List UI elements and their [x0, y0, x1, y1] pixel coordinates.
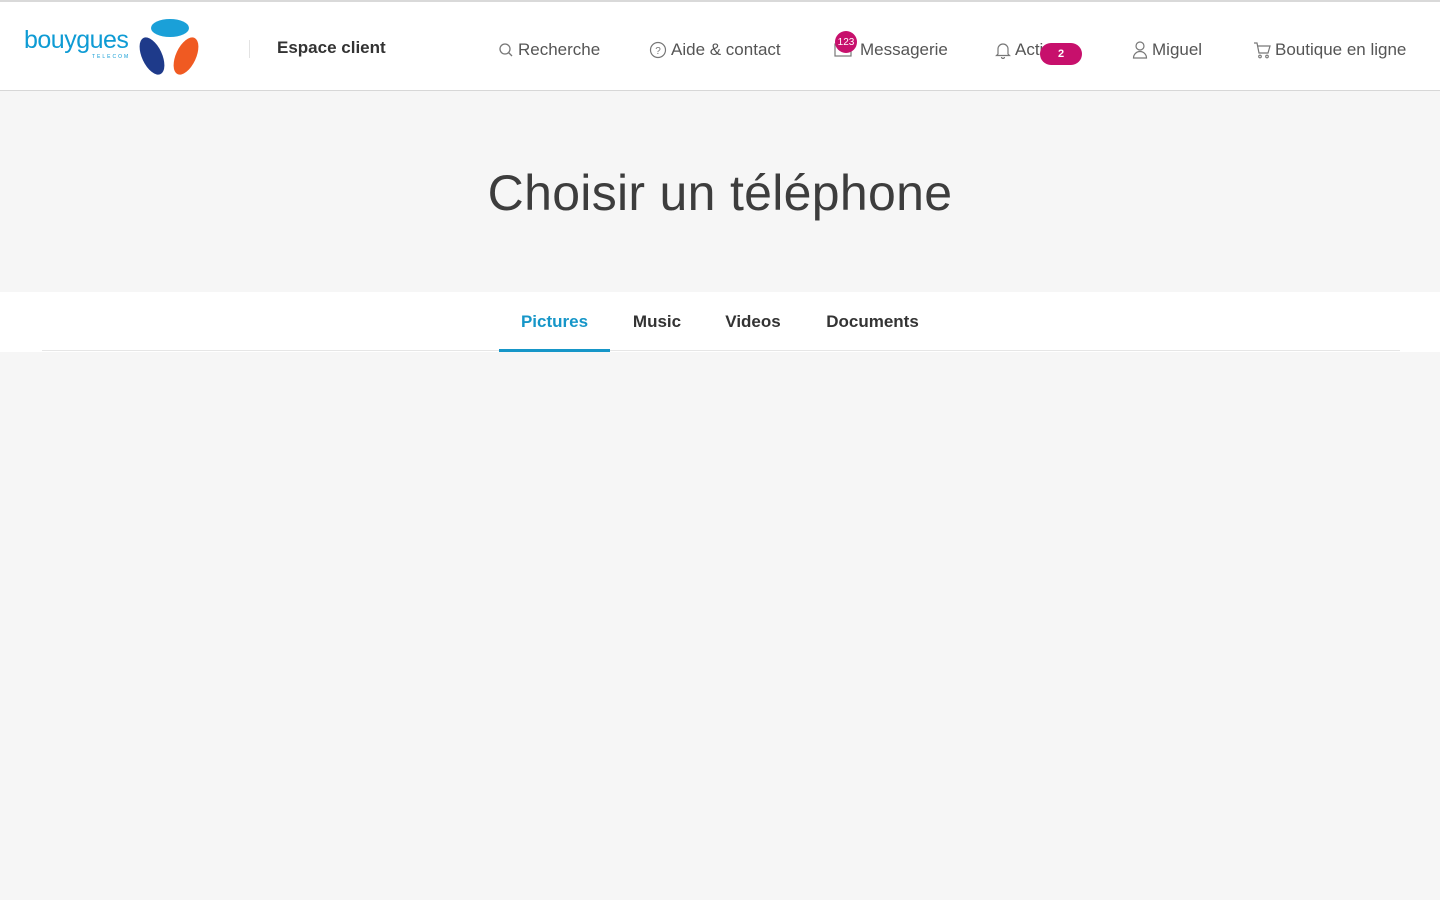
section-title: Espace client [277, 38, 386, 57]
actions-count-badge: 2 [1040, 43, 1082, 65]
nav-label: Messagerie [860, 40, 948, 59]
nav-boutique[interactable]: Boutique en ligne [1253, 38, 1406, 62]
user-icon [1132, 41, 1148, 59]
svg-text:?: ? [655, 46, 661, 57]
bell-icon [995, 43, 1011, 59]
logo-mark-icon [139, 19, 199, 75]
nav-label: Recherche [518, 40, 601, 59]
messages-count-badge: 123 [835, 31, 857, 53]
nav-label: Aide & contact [671, 40, 781, 59]
page-title: Choisir un téléphone [487, 165, 953, 221]
logo-wordmark: bouygues [24, 26, 129, 54]
tab-pictures[interactable]: Pictures [499, 292, 610, 352]
search-icon [499, 43, 513, 57]
nav-help-contact[interactable]: ? Aide & contact [649, 38, 781, 62]
nav-user-miguel[interactable]: Miguel [1132, 38, 1202, 62]
cart-icon [1254, 42, 1271, 59]
logo-subtext: TELECOM [92, 54, 131, 60]
bouygues-logo[interactable]: bouygues TELECOM [24, 18, 204, 78]
tab-videos[interactable]: Videos [714, 292, 792, 352]
nav-label: Boutique en ligne [1275, 40, 1407, 59]
tab-music[interactable]: Music [620, 292, 694, 352]
tab-bar: Pictures Music Videos Documents [0, 292, 1440, 352]
page-title-band: Choisir un téléphone [0, 92, 1440, 292]
nav-search[interactable]: Recherche [498, 38, 600, 62]
nav-label: Miguel [1152, 40, 1203, 59]
header-divider [249, 40, 250, 58]
top-header: bouygues TELECOM Espace client Recherche… [0, 0, 1440, 91]
tab-documents[interactable]: Documents [812, 292, 933, 352]
help-icon: ? [649, 41, 667, 59]
